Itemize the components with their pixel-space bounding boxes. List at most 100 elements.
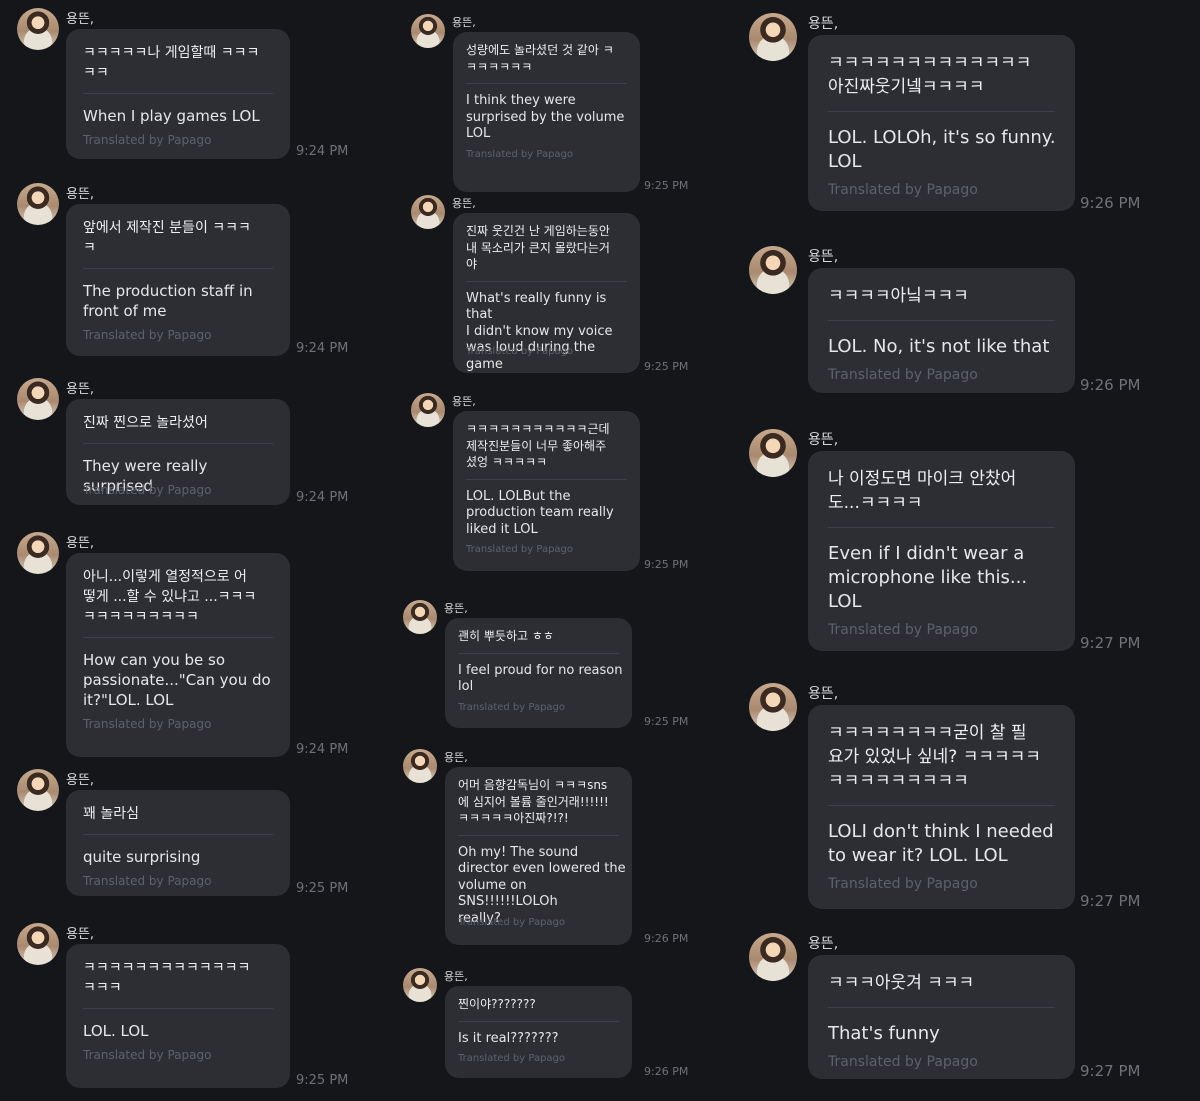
translated-text: I think they were surprised by the volum… — [466, 93, 625, 141]
message-bubble[interactable]: 어머 음향감독님이 ㅋㅋㅋsns 에 심지어 볼륨 줄인거래!!!!!! ㅋㅋㅋ… — [445, 767, 632, 945]
sender-avatar[interactable] — [749, 13, 797, 61]
translation-divider — [83, 637, 273, 638]
sender-name: 용뜬, — [66, 187, 95, 202]
message-timestamp: 9:27 PM — [1080, 1062, 1141, 1080]
chat-message: 용뜬, ㅋㅋㅋㅋㅋㅋㅋㅋㅋㅋㅋㅋㅋ 아진짜웃기넼ㅋㅋㅋㅋ LOL. LOLOh, i… — [720, 13, 1200, 212]
sender-name: 용뜬, — [66, 536, 95, 551]
message-bubble[interactable]: ㅋㅋㅋㅋㅋ나 게임할때 ㅋㅋㅋ ㅋㅋ When I play games LOL T… — [66, 29, 290, 159]
sender-avatar[interactable] — [17, 183, 59, 225]
translation-credit: Translated by Papago — [83, 874, 212, 888]
message-timestamp: 9:25 PM — [296, 1073, 349, 1088]
sender-avatar[interactable] — [749, 429, 797, 477]
translation-credit: Translated by Papago — [828, 622, 978, 638]
sender-name: 용뜬, — [452, 197, 476, 210]
message-timestamp: 9:26 PM — [644, 1065, 689, 1078]
original-text: 진짜 찐으로 놀라셨어 — [83, 415, 208, 431]
translation-credit: Translated by Papago — [83, 328, 212, 342]
translation-credit: Translated by Papago — [83, 483, 212, 497]
sender-avatar[interactable] — [17, 769, 59, 811]
translation-divider — [83, 443, 273, 444]
translation-credit: Translated by Papago — [466, 148, 574, 160]
translation-credit: Translated by Papago — [828, 876, 978, 892]
message-bubble[interactable]: 나 이정도면 마이크 안찼어 도...ㅋㅋㅋㅋ Even if I didn't … — [808, 451, 1075, 651]
chat-message: 용뜬, 앞에서 제작진 분들이 ㅋㅋㅋ ㅋ The production staff… — [0, 183, 380, 356]
message-bubble[interactable]: ㅋㅋㅋㅋㅋㅋㅋㅋㅋㅋㅋㅋㅋ 아진짜웃기넼ㅋㅋㅋㅋ LOL. LOLOh, it's… — [808, 35, 1075, 211]
message-bubble[interactable]: ㅋㅋㅋ아웃겨 ㅋㅋㅋ That's funny Translated by Papa… — [808, 955, 1075, 1079]
message-timestamp: 9:26 PM — [1080, 194, 1141, 212]
translated-text: What's really funny is that I didn't kno… — [466, 290, 613, 372]
sender-name: 용뜬, — [808, 432, 839, 448]
sender-name: 용뜬, — [66, 773, 95, 788]
chat-message: 용뜬, 진짜 찐으로 놀라셨어 They were really surprised… — [0, 378, 380, 505]
message-timestamp: 9:24 PM — [296, 742, 349, 757]
sender-name: 용뜬, — [808, 686, 839, 702]
translated-text: Is it real??????? — [458, 1030, 559, 1046]
chat-column-1: 용뜬, ㅋㅋㅋㅋㅋ나 게임할때 ㅋㅋㅋ ㅋㅋ When I play games L… — [0, 0, 380, 1101]
message-bubble[interactable]: 성량에도 놀라셨던 것 같아 ㅋ ㅋㅋㅋㅋㅋㅋ I think they were… — [453, 32, 640, 192]
message-bubble[interactable]: 아니...이렇게 열정적으로 어 떻게 ...할 수 있냐고 ...ㅋㅋㅋ ㅋㅋ… — [66, 553, 290, 757]
translation-divider — [458, 1020, 619, 1022]
sender-avatar[interactable] — [749, 246, 797, 294]
translation-divider — [83, 1008, 273, 1009]
original-text: ㅋㅋㅋ아웃겨 ㅋㅋㅋ — [828, 973, 975, 993]
translation-divider — [828, 111, 1055, 112]
translation-credit: Translated by Papago — [458, 701, 566, 713]
chat-message: 용뜬, ㅋㅋㅋㅋㅋㅋㅋㅋㅋㅋㅋ근데 제작진분들이 너무 좋아해주 셨엉 ㅋㅋㅋㅋㅋ… — [380, 393, 720, 573]
translated-text: That's funny — [828, 1023, 940, 1044]
sender-avatar[interactable] — [749, 683, 797, 731]
sender-name: 용뜬, — [452, 395, 476, 408]
sender-avatar[interactable] — [17, 378, 59, 420]
chat-message: 용뜬, 진짜 웃긴건 난 게임하는동안 내 목소리가 큰지 몰랐다는거 야 What… — [380, 195, 720, 375]
chat-column-2: 용뜬, 성량에도 놀라셨던 것 같아 ㅋ ㅋㅋㅋㅋㅋㅋ I think they w… — [380, 0, 720, 1101]
message-bubble[interactable]: ㅋㅋㅋㅋ아닠ㅋㅋㅋ LOL. No, it's not like that Tran… — [808, 268, 1075, 393]
chat-message: 용뜬, ㅋㅋㅋㅋㅋ나 게임할때 ㅋㅋㅋ ㅋㅋ When I play games L… — [0, 8, 380, 159]
sender-avatar[interactable] — [411, 393, 445, 427]
original-text: 찐이야??????? — [458, 997, 536, 1011]
message-bubble[interactable]: 찐이야??????? Is it real??????? Translated by… — [445, 986, 632, 1078]
sender-avatar[interactable] — [17, 923, 59, 965]
sender-avatar[interactable] — [411, 14, 445, 48]
sender-name: 용뜬, — [444, 970, 468, 983]
chat-message: 용뜬, ㅋㅋㅋ아웃겨 ㅋㅋㅋ That's funny Translated by P… — [720, 933, 1200, 1080]
sender-name: 용뜬, — [808, 249, 839, 265]
translated-text: LOLI don't think I needed to wear it? LO… — [828, 821, 1054, 866]
message-timestamp: 9:25 PM — [644, 360, 689, 373]
translation-credit: Translated by Papago — [458, 1053, 566, 1064]
message-bubble[interactable]: 앞에서 제작진 분들이 ㅋㅋㅋ ㅋ The production staff in… — [66, 204, 290, 356]
translated-text: LOL. LOLBut the production team really l… — [466, 488, 614, 537]
original-text: 앞에서 제작진 분들이 ㅋㅋㅋ ㅋ — [83, 220, 251, 256]
message-timestamp: 9:27 PM — [1080, 634, 1141, 652]
translated-text: How can you be so passionate..."Can you … — [83, 651, 271, 709]
translated-text: LOL. LOLOh, it's so funny. LOL — [828, 127, 1056, 172]
sender-avatar[interactable] — [403, 600, 437, 634]
sender-avatar[interactable] — [17, 8, 59, 50]
sender-avatar[interactable] — [749, 933, 797, 981]
message-timestamp: 9:25 PM — [644, 179, 689, 192]
translated-text: Even if I didn't wear a microphone like … — [828, 543, 1028, 612]
chat-message: 용뜬, ㅋㅋㅋㅋ아닠ㅋㅋㅋ LOL. No, it's not like that T… — [720, 246, 1200, 394]
translation-credit: Translated by Papago — [828, 367, 978, 383]
chat-message: 용뜬, 아니...이렇게 열정적으로 어 떻게 ...할 수 있냐고 ...ㅋㅋㅋ… — [0, 532, 380, 757]
translated-text: quite surprising — [83, 848, 201, 866]
message-bubble[interactable]: 진짜 웃긴건 난 게임하는동안 내 목소리가 큰지 몰랐다는거 야 What's … — [453, 213, 640, 373]
sender-avatar[interactable] — [403, 749, 437, 783]
message-timestamp: 9:26 PM — [1080, 376, 1141, 394]
message-bubble[interactable]: ㅋㅋㅋㅋㅋㅋㅋㅋㅋㅋㅋㅋㅋ ㅋㅋㅋ LOL. LOL Translated by P… — [66, 944, 290, 1088]
translated-text: When I play games LOL — [83, 107, 260, 125]
chat-message: 용뜬, 괜히 뿌듯하고 ㅎㅎ I feel proud for no reason … — [380, 600, 720, 730]
message-bubble[interactable]: ㅋㅋㅋㅋㅋㅋㅋㅋ굳이 찰 필 요가 있었나 싶네? ㅋㅋㅋㅋㅋ ㅋㅋㅋㅋㅋㅋㅋㅋ… — [808, 705, 1075, 909]
message-bubble[interactable]: ㅋㅋㅋㅋㅋㅋㅋㅋㅋㅋㅋ근데 제작진분들이 너무 좋아해주 셨엉 ㅋㅋㅋㅋㅋ LOL… — [453, 411, 640, 571]
message-timestamp: 9:25 PM — [644, 558, 689, 571]
sender-name: 용뜬, — [66, 927, 95, 942]
sender-avatar[interactable] — [17, 532, 59, 574]
chat-message: 용뜬, 찐이야??????? Is it real??????? Translated… — [380, 968, 720, 1080]
sender-avatar[interactable] — [411, 195, 445, 229]
message-timestamp: 9:27 PM — [1080, 892, 1141, 910]
message-bubble[interactable]: 진짜 찐으로 놀라셨어 They were really surprised Tra… — [66, 399, 290, 505]
sender-avatar[interactable] — [403, 968, 437, 1002]
message-bubble[interactable]: 꽤 놀라심 quite surprising Translated by Papag… — [66, 790, 290, 896]
message-bubble[interactable]: 괜히 뿌듯하고 ㅎㅎ I feel proud for no reason lol… — [445, 618, 632, 728]
original-text: ㅋㅋㅋㅋ아닠ㅋㅋㅋ — [828, 286, 969, 306]
sender-name: 용뜬, — [444, 602, 468, 615]
chat-message: 용뜬, 성량에도 놀라셨던 것 같아 ㅋ ㅋㅋㅋㅋㅋㅋ I think they w… — [380, 14, 720, 194]
